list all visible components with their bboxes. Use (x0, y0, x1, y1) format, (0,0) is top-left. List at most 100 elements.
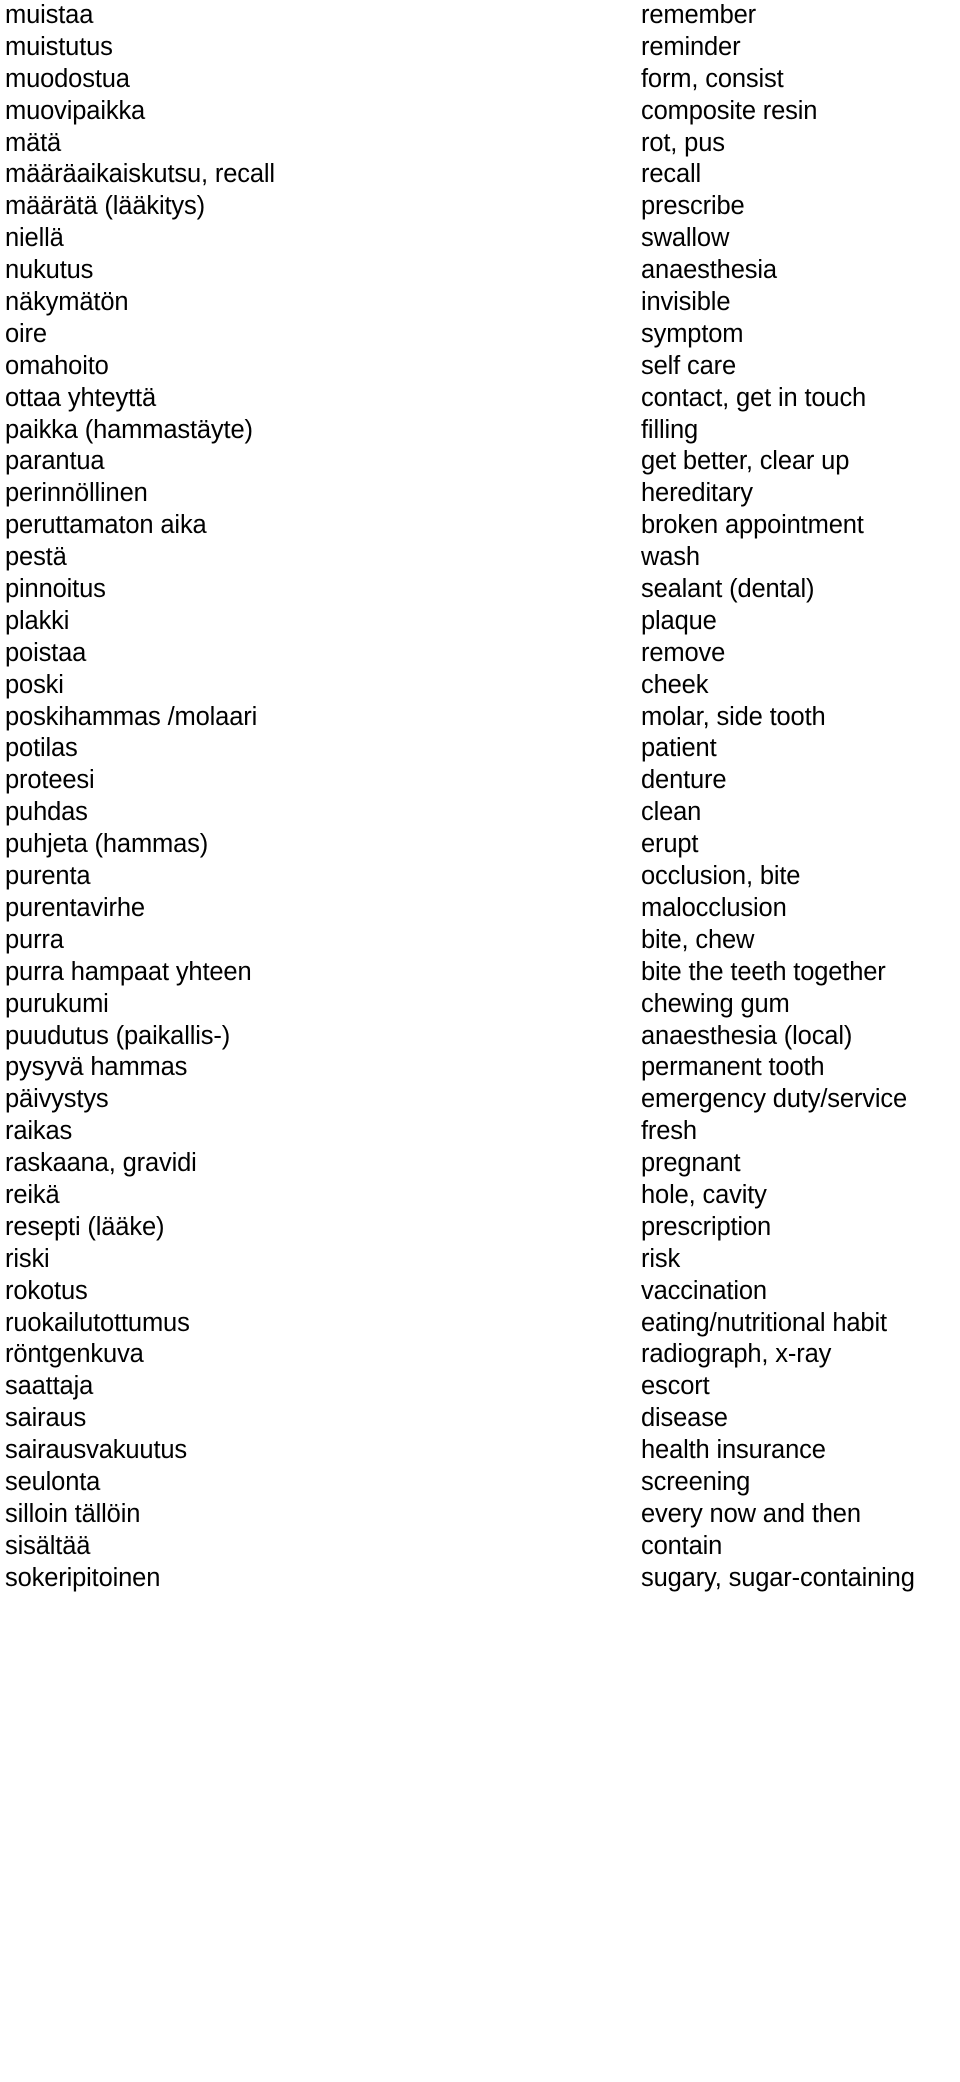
glossary-translation: erupt (641, 830, 699, 859)
glossary-translation: form, consist (641, 64, 784, 93)
glossary-translation: contact, get in touch (641, 383, 867, 412)
glossary-translation: hereditary (641, 479, 753, 508)
glossary-row: niellä swallow (0, 223, 960, 255)
glossary-term: resepti (lääke) (5, 1212, 165, 1241)
glossary-translation: self care (641, 351, 737, 380)
glossary-row: sairaus disease (0, 1403, 960, 1435)
glossary-translation: eating/nutritional habit (641, 1308, 887, 1337)
glossary-term: mätä (5, 128, 62, 157)
glossary-term: nukutus (5, 256, 94, 285)
glossary-term: raskaana, gravidi (5, 1149, 197, 1178)
glossary-term: sairausvakuutus (5, 1436, 188, 1465)
glossary-translation: emergency duty/service (641, 1085, 907, 1114)
glossary-term: parantua (5, 447, 105, 476)
glossary-translation: symptom (641, 319, 744, 348)
glossary-translation: reminder (641, 32, 741, 61)
glossary-row: purra bite, chew (0, 925, 960, 957)
glossary-term: määräaikaiskutsu, recall (5, 160, 275, 189)
glossary-row: purenta occlusion, bite (0, 861, 960, 893)
glossary-term: pestä (5, 543, 67, 572)
glossary-term: muovipaikka (5, 96, 146, 125)
glossary-row: peruttamaton aika broken appointment (0, 510, 960, 542)
glossary-row: pestä wash (0, 542, 960, 574)
glossary-term: muodostua (5, 64, 130, 93)
glossary-translation: denture (641, 766, 727, 795)
glossary-list: muistaa remember muistutus reminder muodostu… (0, 0, 960, 2082)
glossary-term: määrätä (lääkitys) (5, 192, 205, 221)
glossary-term: puhdas (5, 798, 88, 827)
glossary-translation: permanent tooth (641, 1053, 825, 1082)
glossary-translation: molar, side tooth (641, 702, 826, 731)
glossary-translation: contain (641, 1531, 723, 1560)
glossary-row: saattaja escort (0, 1371, 960, 1403)
glossary-translation: vaccination (641, 1276, 767, 1305)
glossary-term: silloin tällöin (5, 1499, 141, 1528)
glossary-term: purra (5, 925, 64, 954)
glossary-translation: remove (641, 638, 726, 667)
glossary-translation: swallow (641, 224, 730, 253)
glossary-row: raskaana, gravidi pregnant (0, 1148, 960, 1180)
glossary-row: perinnöllinen hereditary (0, 478, 960, 510)
glossary-row: röntgenkuva radiograph, x-ray (0, 1339, 960, 1371)
glossary-translation: disease (641, 1404, 728, 1433)
glossary-translation: sugary, sugar-containing (641, 1563, 915, 1592)
glossary-row: oire symptom (0, 319, 960, 351)
glossary-row: reikä hole, cavity (0, 1180, 960, 1212)
glossary-row: proteesi denture (0, 765, 960, 797)
glossary-term: muistutus (5, 32, 113, 61)
glossary-term: ottaa yhteyttä (5, 383, 156, 412)
glossary-term: purra hampaat yhteen (5, 957, 252, 986)
glossary-term: poistaa (5, 638, 87, 667)
glossary-translation: broken appointment (641, 511, 864, 540)
glossary-translation: patient (641, 734, 717, 763)
glossary-term: oire (5, 319, 47, 348)
glossary-term: sokeripitoinen (5, 1563, 161, 1592)
glossary-translation: recall (641, 160, 702, 189)
glossary-row: rokotus vaccination (0, 1276, 960, 1308)
glossary-translation: fresh (641, 1117, 697, 1146)
glossary-row: puhdas clean (0, 797, 960, 829)
glossary-row: raikas fresh (0, 1116, 960, 1148)
glossary-term: puhjeta (hammas) (5, 830, 209, 859)
glossary-term: sairaus (5, 1404, 87, 1433)
glossary-term: plakki (5, 606, 70, 635)
glossary-row: poski cheek (0, 670, 960, 702)
glossary-term: niellä (5, 224, 64, 253)
glossary-translation: occlusion, bite (641, 862, 801, 891)
glossary-translation: pregnant (641, 1149, 741, 1178)
glossary-row: omahoito self care (0, 351, 960, 383)
glossary-translation: remember (641, 1, 756, 29)
glossary-term: proteesi (5, 766, 95, 795)
glossary-term: omahoito (5, 351, 109, 380)
glossary-row: sairausvakuutus health insurance (0, 1435, 960, 1467)
glossary-term: riski (5, 1244, 50, 1273)
glossary-translation: cheek (641, 670, 709, 699)
glossary-term: perinnöllinen (5, 479, 148, 508)
glossary-term: reikä (5, 1180, 60, 1209)
glossary-row: potilas patient (0, 733, 960, 765)
glossary-row: plakki plaque (0, 606, 960, 638)
glossary-translation: anaesthesia (local) (641, 1021, 853, 1050)
glossary-term: purentavirhe (5, 893, 145, 922)
glossary-term: purukumi (5, 989, 109, 1018)
glossary-term: raikas (5, 1117, 73, 1146)
glossary-row: puhjeta (hammas) erupt (0, 829, 960, 861)
glossary-term: poskihammas /molaari (5, 702, 258, 731)
glossary-translation: invisible (641, 288, 731, 317)
glossary-translation: bite, chew (641, 925, 755, 954)
glossary-translation: rot, pus (641, 128, 725, 157)
glossary-term: muistaa (5, 1, 94, 29)
glossary-row: poskihammas /molaari molar, side tooth (0, 702, 960, 734)
glossary-term: potilas (5, 734, 78, 763)
glossary-term: näkymätön (5, 288, 129, 317)
glossary-translation: bite the teeth together (641, 957, 886, 986)
glossary-translation: anaesthesia (641, 256, 777, 285)
glossary-term: poski (5, 670, 64, 699)
glossary-term: röntgenkuva (5, 1340, 144, 1369)
glossary-translation: prescribe (641, 192, 745, 221)
glossary-translation: chewing gum (641, 989, 790, 1018)
glossary-row: puudutus (paikallis-) anaesthesia (local) (0, 1021, 960, 1053)
glossary-translation: wash (641, 543, 700, 572)
glossary-row: muodostua form, consist (0, 64, 960, 96)
glossary-translation: hole, cavity (641, 1180, 767, 1209)
